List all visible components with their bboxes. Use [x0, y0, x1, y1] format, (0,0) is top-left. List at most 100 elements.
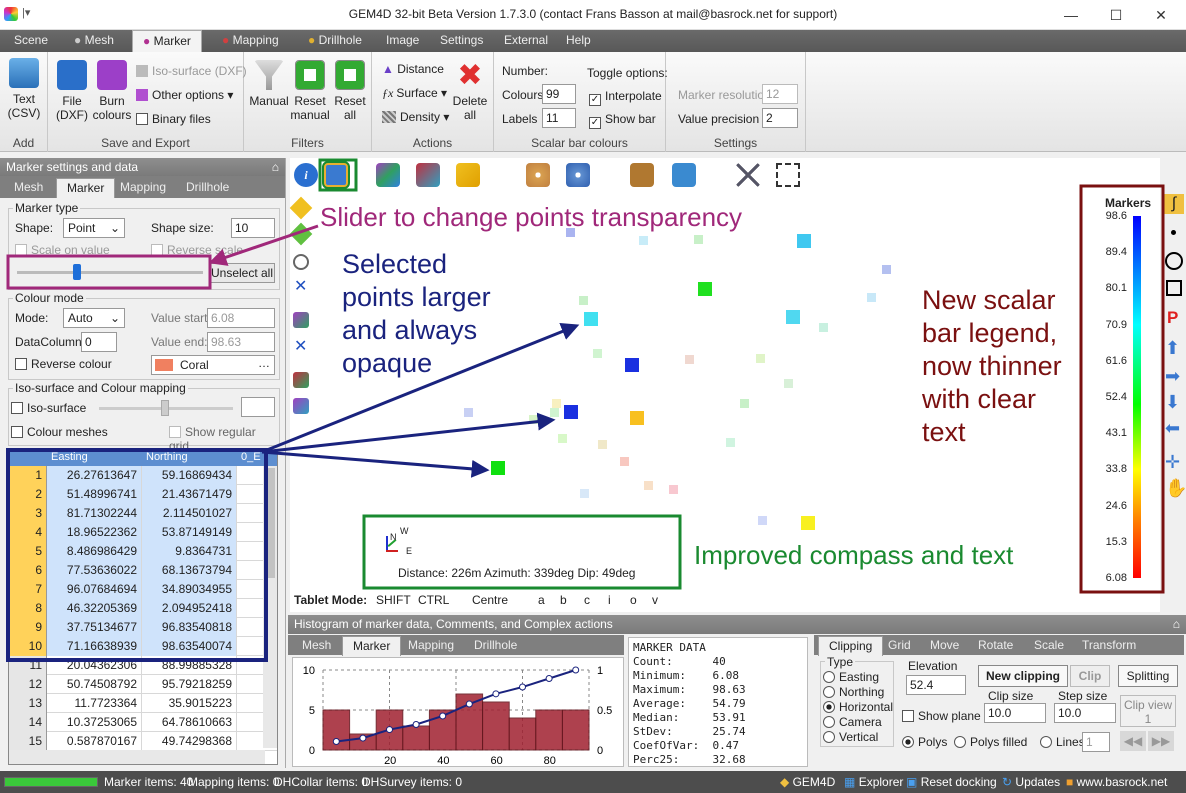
value-end-spinner[interactable]: 98.63 — [207, 332, 275, 352]
bottom-tab-mapping[interactable]: Mapping — [398, 636, 464, 656]
text-csv-button[interactable]: Text (CSV) — [4, 58, 44, 120]
shapes-tool-icon[interactable] — [293, 312, 309, 328]
table-row[interactable]: 12 50.74508792 95.79218259 — [9, 675, 277, 694]
hand-tool-icon[interactable]: ✋ — [1165, 478, 1186, 499]
selected-marker-point[interactable] — [698, 282, 712, 296]
marker-point[interactable] — [693, 234, 703, 244]
table-row[interactable]: 10 71.16638939 98.63540074 — [9, 637, 277, 656]
tab-marker[interactable]: ● Marker — [132, 30, 202, 53]
bottom-tab-mesh[interactable]: Mesh — [292, 636, 341, 656]
grid-header-easting[interactable]: Easting — [47, 451, 142, 463]
reverse-colour-box[interactable] — [15, 358, 27, 370]
iso-surface-box[interactable] — [11, 402, 23, 414]
toolbox-icon[interactable] — [630, 163, 654, 187]
measure-cross-icon[interactable] — [736, 163, 760, 187]
grid-header-northing[interactable]: Northing — [142, 451, 237, 463]
clip-tab-transform[interactable]: Transform — [1072, 636, 1146, 656]
status-gem4d[interactable]: ◆ GEM4D — [780, 771, 835, 793]
cell-easting[interactable]: 18.96522362 — [47, 523, 142, 542]
cell-easting[interactable]: 11.7723364 — [47, 694, 142, 713]
table-row[interactable]: 9 37.75134677 96.83540818 — [9, 618, 277, 637]
selected-marker-point[interactable] — [491, 461, 505, 475]
clip-tab-scale[interactable]: Scale — [1024, 636, 1074, 656]
distance-button[interactable]: ▲ Distance — [382, 62, 444, 76]
reset-all-button[interactable]: Reset all — [330, 60, 370, 122]
scroll-thumb[interactable] — [265, 468, 275, 578]
interpolate-checkbox[interactable]: ✓ Interpolate — [589, 89, 662, 106]
delete-all-button[interactable]: ✖ Delete all — [450, 60, 490, 123]
table-row[interactable]: 2 51.48996741 21.43671479 — [9, 485, 277, 504]
mapping-shapes-icon[interactable] — [416, 163, 440, 187]
selected-marker-point[interactable] — [801, 516, 815, 530]
radio-icon[interactable] — [823, 731, 835, 743]
marker-point[interactable] — [549, 407, 559, 417]
clip-type-radio[interactable]: Northing — [823, 685, 884, 699]
row-number[interactable]: 3 — [9, 504, 47, 523]
reset-manual-button[interactable]: Reset manual — [290, 60, 330, 122]
binary-files-checkbox[interactable]: Binary files — [136, 112, 211, 126]
clip-tab-rotate[interactable]: Rotate — [968, 636, 1023, 656]
row-number[interactable]: 11 — [9, 656, 47, 675]
prev-step-button[interactable]: ◀◀ — [1120, 731, 1146, 751]
labels-spinner[interactable]: 11 — [542, 108, 576, 128]
show-grid-box[interactable] — [169, 426, 181, 438]
polys-radio[interactable]: Polys — [902, 735, 947, 749]
move-cross-icon[interactable]: ✛ — [1165, 452, 1180, 473]
mode-select[interactable]: Auto ⌄ — [63, 308, 125, 328]
arrow-down-icon[interactable]: ⬇ — [1165, 392, 1180, 413]
export-box-icon[interactable] — [672, 163, 696, 187]
row-number[interactable]: 14 — [9, 713, 47, 732]
status-website[interactable]: ■ www.basrock.net — [1066, 771, 1167, 793]
row-number[interactable]: 8 — [9, 599, 47, 618]
new-clipping-button[interactable]: New clipping — [978, 665, 1068, 687]
table-row[interactable]: 1 26.27613647 59.16869434 — [9, 466, 277, 485]
row-number[interactable]: 5 — [9, 542, 47, 561]
radio-icon[interactable] — [823, 716, 835, 728]
marker-point[interactable] — [638, 235, 648, 245]
cell-easting[interactable]: 51.48996741 — [47, 485, 142, 504]
cell-northing[interactable]: 2.114501027 — [142, 504, 237, 523]
marker-point[interactable] — [739, 398, 749, 408]
square-tool-icon[interactable] — [1166, 280, 1182, 296]
left-tab-marker[interactable]: Marker — [56, 178, 116, 198]
marker-point[interactable] — [643, 480, 653, 490]
cell-easting[interactable]: 8.486986429 — [47, 542, 142, 561]
other-options-button[interactable]: Other options ▾ — [136, 88, 233, 102]
reverse-colour-checkbox[interactable]: Reverse colour — [15, 357, 112, 371]
marker-point[interactable] — [783, 378, 793, 388]
elevation-spinner[interactable]: 52.4 — [906, 675, 966, 695]
marker-point[interactable] — [725, 437, 735, 447]
left-tab-drillhole[interactable]: Drillhole — [176, 178, 239, 198]
minimize-button[interactable]: — — [1056, 4, 1086, 26]
lines-radio[interactable]: Lines — [1040, 735, 1085, 749]
cell-northing[interactable]: 95.79218259 — [142, 675, 237, 694]
slider-thumb[interactable] — [72, 264, 81, 280]
marker-resolution-spinner[interactable]: 12 — [762, 84, 798, 104]
radio-icon[interactable] — [823, 701, 835, 713]
select-region-icon[interactable] — [776, 163, 800, 187]
tablet-shift[interactable]: SHIFT — [376, 593, 411, 607]
arrow-right-icon[interactable]: ➡ — [1165, 366, 1180, 387]
show-bar-check-icon[interactable]: ✓ — [589, 117, 601, 129]
row-number[interactable]: 6 — [9, 561, 47, 580]
cell-easting[interactable]: 10.37253065 — [47, 713, 142, 732]
selected-marker-point[interactable] — [630, 411, 644, 425]
iso-value-input[interactable] — [241, 397, 275, 417]
close-tool-icon[interactable]: ✕ — [294, 276, 307, 296]
density-button[interactable]: Density ▾ — [382, 110, 449, 124]
radio-icon[interactable] — [823, 686, 835, 698]
marker-point[interactable] — [592, 348, 602, 358]
tablet-ctrl[interactable]: CTRL — [418, 593, 449, 607]
tab-external[interactable]: External — [494, 30, 558, 52]
clip-type-radio[interactable]: Camera — [823, 715, 882, 729]
scale-on-value-box[interactable] — [15, 244, 27, 256]
interpolate-check-icon[interactable]: ✓ — [589, 94, 601, 106]
grid-hscrollbar[interactable] — [9, 750, 265, 764]
tablet-o[interactable]: o — [630, 593, 637, 607]
pin-icon[interactable]: ⌂ — [1173, 615, 1180, 634]
tablet-v[interactable]: v — [652, 593, 658, 607]
table-row[interactable]: 14 10.37253065 64.78610663 — [9, 713, 277, 732]
tab-scene[interactable]: Scene — [4, 30, 58, 52]
table-row[interactable]: 11 20.04362306 88.99885328 — [9, 656, 277, 675]
cell-northing[interactable]: 49.74298368 — [142, 732, 237, 751]
